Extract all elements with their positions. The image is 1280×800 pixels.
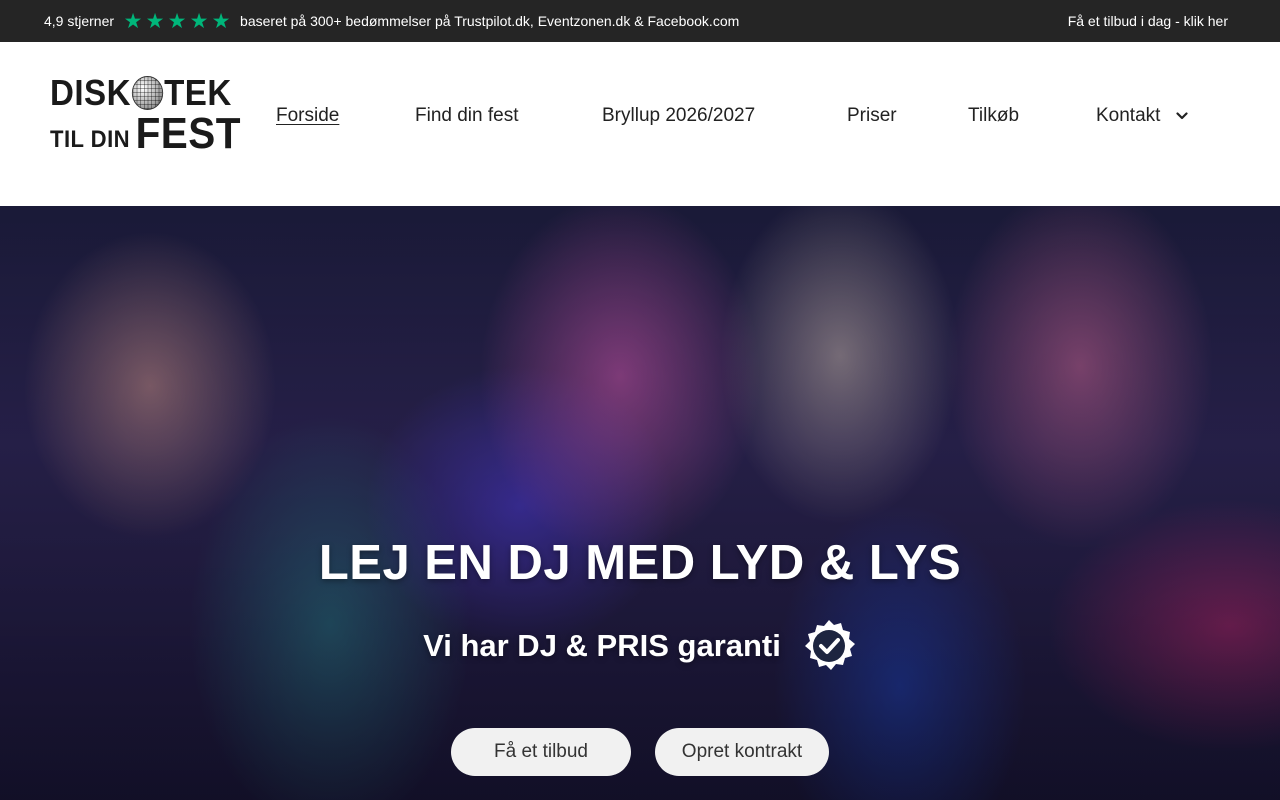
reviews-text: baseret på 300+ bedømmelser på Trustpilo… <box>240 13 740 29</box>
rating-label: 4,9 stjerner <box>44 13 115 29</box>
nav-item-bryllup[interactable]: Bryllup 2026/2027 <box>602 104 755 128</box>
hero-subtitle: Vi har DJ & PRIS garanti <box>423 628 781 663</box>
top-bar: 4,9 stjerner ★ ★ ★ ★ ★ baseret på 300+ b… <box>0 0 1280 42</box>
rating-summary: 4,9 stjerner ★ ★ ★ ★ ★ baseret på 300+ b… <box>44 0 739 42</box>
nav-item-priser[interactable]: Priser <box>847 104 897 128</box>
star-icon: ★ <box>145 9 165 33</box>
get-offer-link[interactable]: Få et tilbud i dag - klik her <box>1068 0 1228 42</box>
main-nav: Forside Find din fest Bryllup 2026/2027 … <box>0 42 1280 206</box>
create-contract-button[interactable]: Opret kontrakt <box>655 728 829 776</box>
hero-subtitle-row: Vi har DJ & PRIS garanti <box>0 618 1280 674</box>
nav-item-forside[interactable]: Forside <box>276 104 339 128</box>
site-header: DISK TEK TIL DIN FEST Forside Find din f… <box>0 42 1280 206</box>
star-icon: ★ <box>189 9 209 33</box>
star-icon: ★ <box>211 9 231 33</box>
nav-item-kontakt-label: Kontakt <box>1096 105 1161 126</box>
chevron-down-icon <box>1176 112 1188 120</box>
get-offer-button[interactable]: Få et tilbud <box>451 728 631 776</box>
rating-stars: ★ ★ ★ ★ ★ <box>122 11 232 32</box>
hero-background-image <box>0 206 1280 800</box>
nav-item-find-din-fest[interactable]: Find din fest <box>415 104 519 128</box>
nav-item-kontakt[interactable]: Kontakt <box>1096 104 1188 128</box>
star-icon: ★ <box>123 9 143 33</box>
nav-item-tilkob[interactable]: Tilkøb <box>968 104 1019 128</box>
verified-check-badge-icon <box>804 620 855 670</box>
hero-banner: LEJ EN DJ MED LYD & LYS Vi har DJ & PRIS… <box>0 206 1280 800</box>
star-icon: ★ <box>167 9 187 33</box>
hero-title: LEJ EN DJ MED LYD & LYS <box>318 536 962 590</box>
